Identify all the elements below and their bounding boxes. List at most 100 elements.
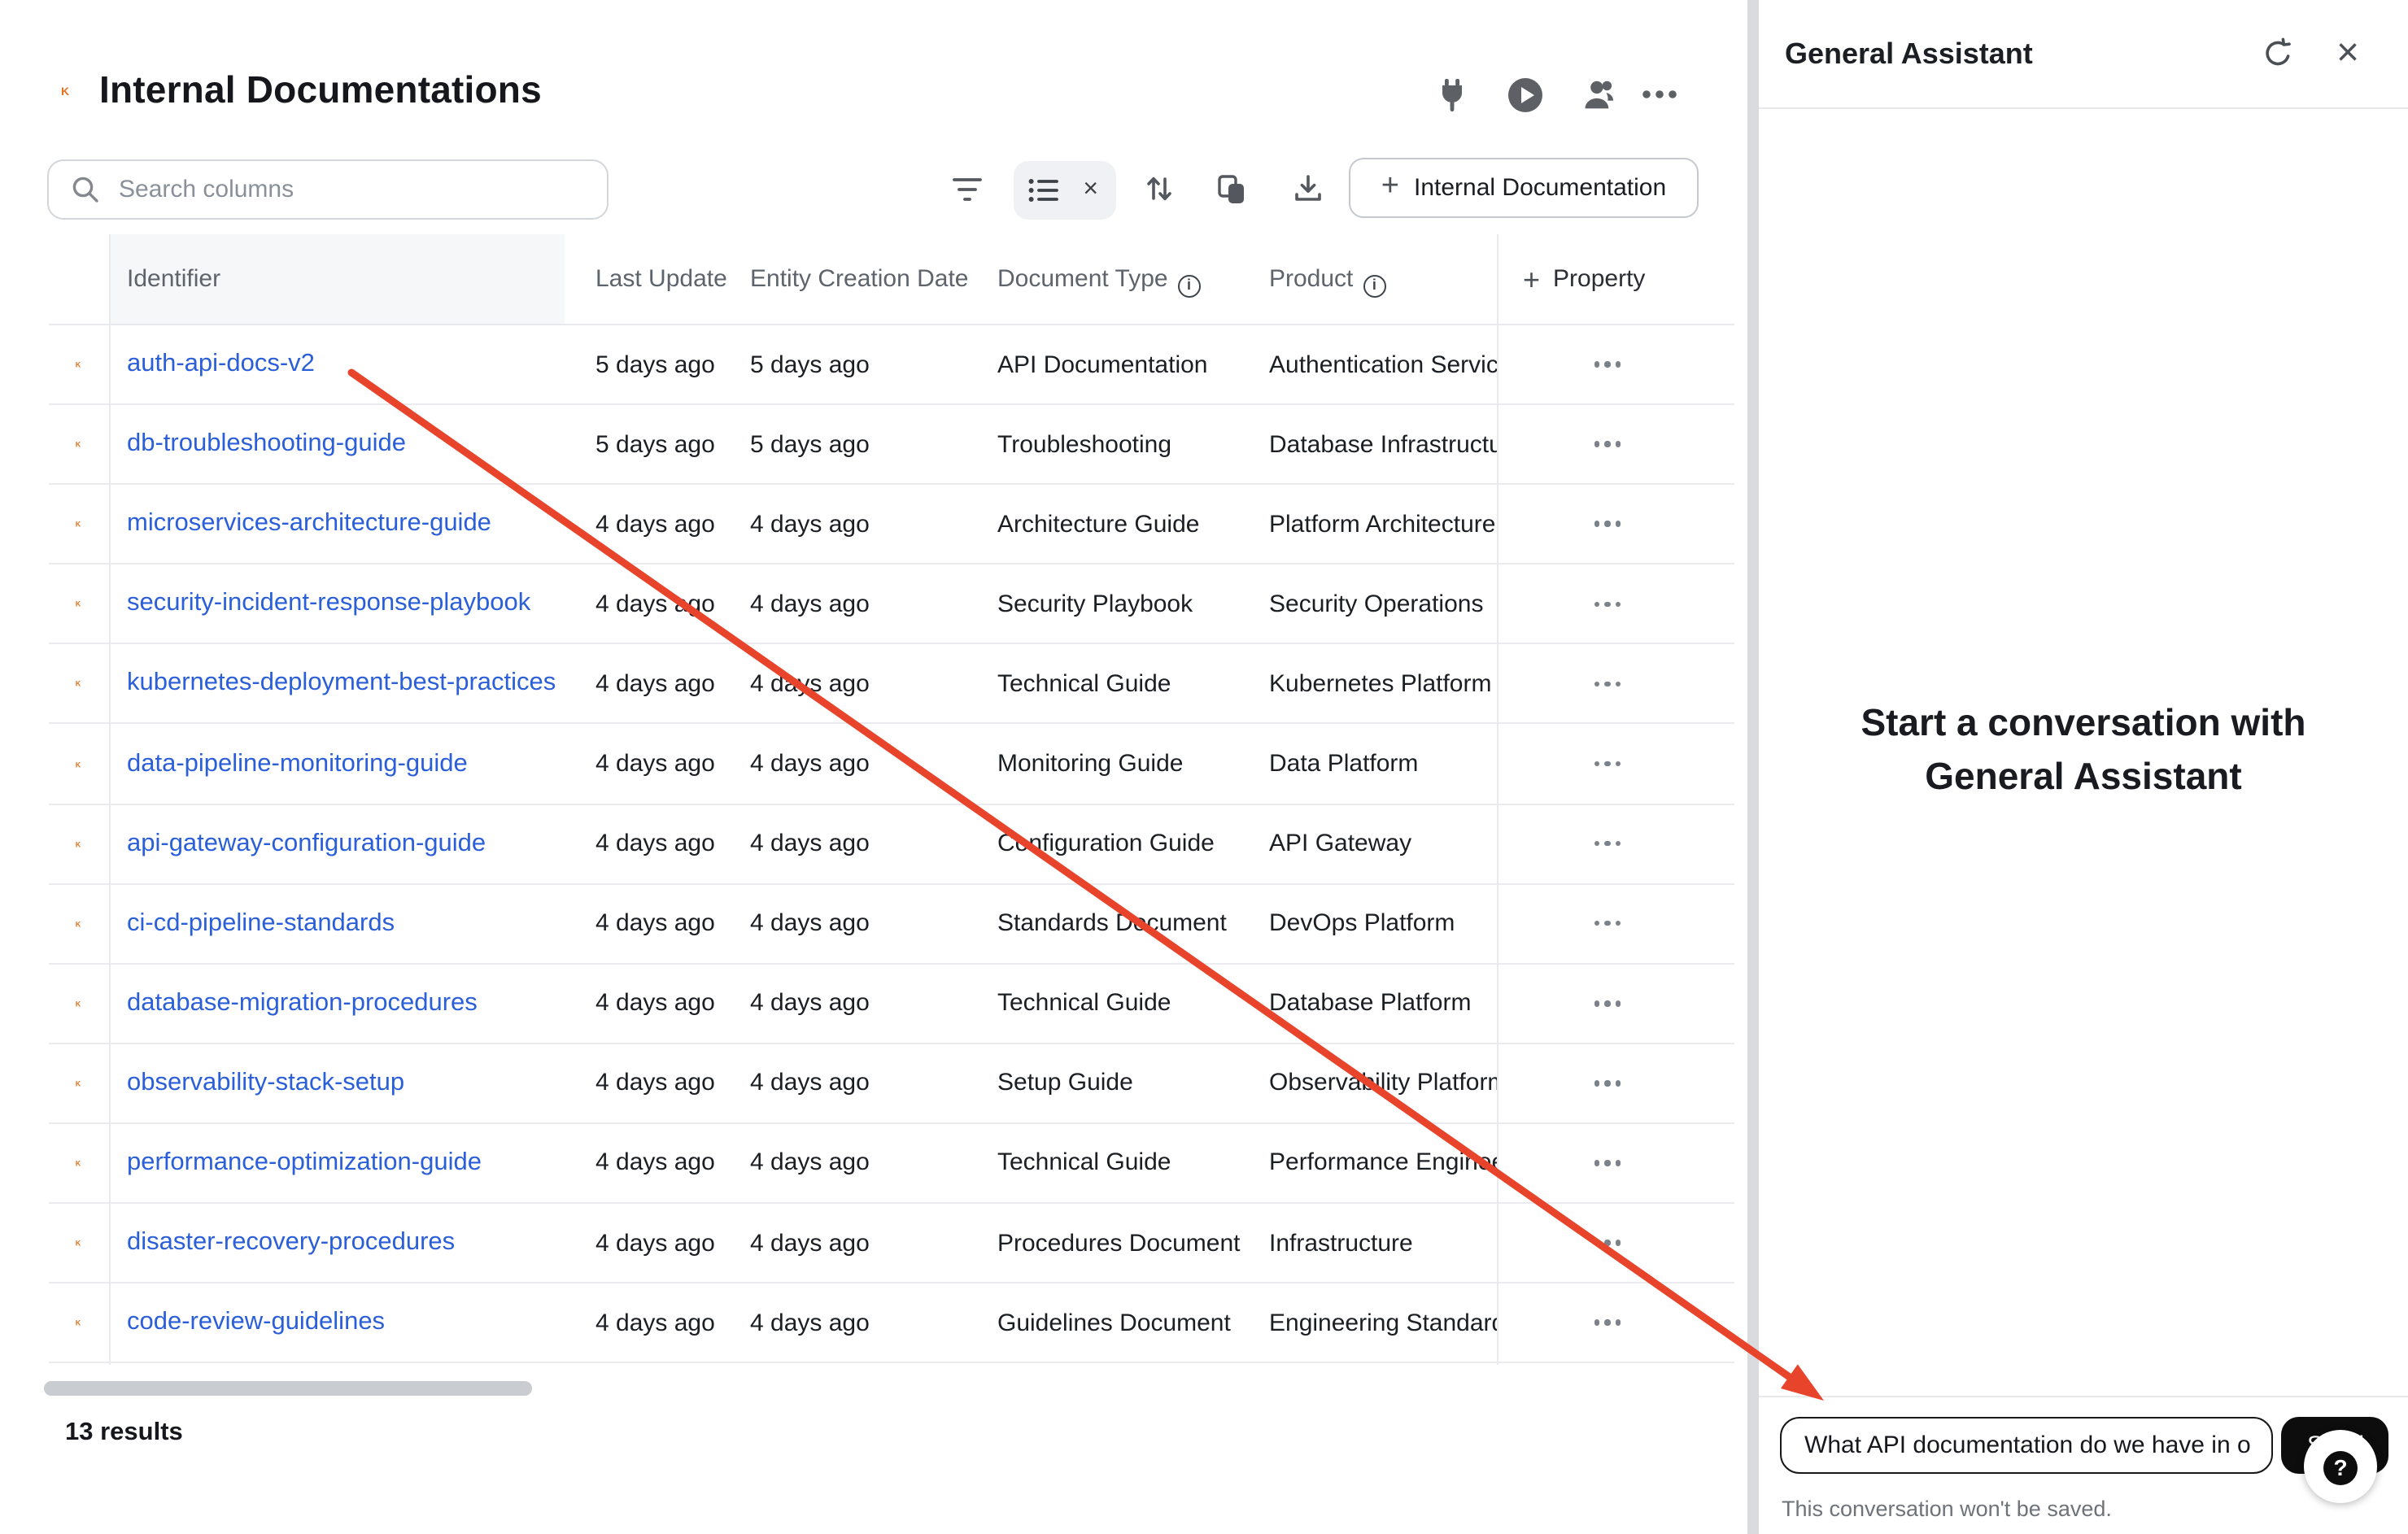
table-row[interactable]: database-migration-procedures 4 days ago… — [49, 965, 1734, 1044]
conversation-disclaimer: This conversation won't be saved. — [1782, 1497, 2112, 1521]
horizontal-scrollbar[interactable] — [44, 1381, 532, 1396]
identifier-link[interactable]: db-troubleshooting-guide — [127, 405, 406, 483]
sort-icon[interactable] — [1139, 169, 1178, 208]
panel-footer-divider — [1759, 1396, 2408, 1397]
last-update-cell: 4 days ago — [595, 645, 715, 723]
view-toggle-pill[interactable]: × — [1014, 161, 1116, 220]
column-header-document-type[interactable]: Document Typei — [997, 234, 1201, 325]
add-property-label: Property — [1553, 234, 1645, 325]
assistant-message-input[interactable] — [1780, 1417, 2273, 1474]
entity-hexagon-icon — [65, 884, 91, 962]
filter-icon[interactable] — [947, 169, 986, 208]
creation-date-cell: 5 days ago — [750, 405, 870, 483]
document-type-cell: Technical Guide — [997, 645, 1171, 723]
identifier-link[interactable]: code-review-guidelines — [127, 1283, 385, 1362]
table-row[interactable]: performance-optimization-guide 4 days ag… — [49, 1124, 1734, 1204]
column-header-identifier[interactable]: Identifier — [127, 234, 220, 325]
table-row[interactable]: microservices-architecture-guide 4 days … — [49, 485, 1734, 564]
last-update-cell: 4 days ago — [595, 804, 715, 882]
identifier-link[interactable]: microservices-architecture-guide — [127, 485, 491, 563]
product-cell: Infrastructure — [1269, 1204, 1497, 1282]
add-property-button[interactable]: + Property — [1513, 234, 1655, 325]
row-actions-icon[interactable] — [1583, 1204, 1632, 1282]
row-actions-icon[interactable] — [1583, 804, 1632, 882]
plus-icon: + — [1381, 168, 1399, 204]
page-title: Internal Documentations — [99, 68, 542, 112]
row-actions-icon[interactable] — [1583, 645, 1632, 723]
help-question-icon[interactable]: ? — [2323, 1451, 2358, 1485]
last-update-cell: 4 days ago — [595, 1283, 715, 1362]
share-users-icon[interactable] — [1575, 75, 1614, 114]
identifier-link[interactable]: ci-cd-pipeline-standards — [127, 884, 395, 962]
row-actions-icon[interactable] — [1583, 325, 1632, 403]
identifier-link[interactable]: disaster-recovery-procedures — [127, 1204, 455, 1282]
creation-date-cell: 4 days ago — [750, 565, 870, 643]
entity-hexagon-icon — [65, 725, 91, 803]
identifier-link[interactable]: observability-stack-setup — [127, 1044, 404, 1122]
table-row[interactable]: code-review-guidelines 4 days ago 4 days… — [49, 1283, 1734, 1363]
column-header-product[interactable]: Producti — [1269, 234, 1385, 325]
copy-icon[interactable] — [1212, 169, 1251, 208]
row-actions-icon[interactable] — [1583, 884, 1632, 962]
last-update-cell: 4 days ago — [595, 965, 715, 1043]
search-columns-input[interactable] — [116, 174, 555, 205]
table-row[interactable]: kubernetes-deployment-best-practices 4 d… — [49, 645, 1734, 725]
product-cell: Kubernetes Platform — [1269, 645, 1497, 723]
product-cell: Database Infrastructure — [1269, 405, 1497, 483]
document-type-cell: Security Playbook — [997, 565, 1193, 643]
entity-hexagon-icon — [65, 485, 91, 563]
product-cell: API Gateway — [1269, 804, 1497, 882]
document-type-cell: Configuration Guide — [997, 804, 1215, 882]
identifier-link[interactable]: database-migration-procedures — [127, 965, 478, 1043]
identifier-link[interactable]: performance-optimization-guide — [127, 1124, 482, 1202]
row-actions-icon[interactable] — [1583, 725, 1632, 803]
info-icon[interactable]: i — [1363, 275, 1385, 298]
last-update-cell: 5 days ago — [595, 405, 715, 483]
clear-view-icon[interactable]: × — [1080, 177, 1101, 203]
identifier-link[interactable]: kubernetes-deployment-best-practices — [127, 645, 556, 723]
identifier-link[interactable]: data-pipeline-monitoring-guide — [127, 725, 468, 803]
close-panel-icon[interactable]: × — [2330, 36, 2366, 72]
row-actions-icon[interactable] — [1583, 1124, 1632, 1202]
play-demo-icon[interactable] — [1505, 75, 1544, 114]
search-columns-box[interactable] — [47, 159, 609, 220]
reset-conversation-icon[interactable] — [2260, 36, 2296, 72]
table-row[interactable]: security-incident-response-playbook 4 da… — [49, 565, 1734, 645]
identifier-link[interactable]: auth-api-docs-v2 — [127, 325, 315, 403]
panel-resize-divider[interactable] — [1747, 0, 1759, 1534]
row-actions-icon[interactable] — [1583, 565, 1632, 643]
row-actions-icon[interactable] — [1583, 1044, 1632, 1122]
product-cell: DevOps Platform — [1269, 884, 1497, 962]
add-internal-documentation-button[interactable]: + Internal Documentation — [1349, 158, 1699, 218]
document-type-cell: Guidelines Document — [997, 1283, 1231, 1362]
entity-hexagon-icon — [65, 645, 91, 723]
info-icon[interactable]: i — [1178, 275, 1201, 298]
last-update-cell: 4 days ago — [595, 1044, 715, 1122]
download-icon[interactable] — [1289, 169, 1328, 208]
entity-hexagon-icon — [65, 1204, 91, 1282]
row-actions-icon[interactable] — [1583, 485, 1632, 563]
table-row[interactable]: disaster-recovery-procedures 4 days ago … — [49, 1204, 1734, 1283]
help-widget[interactable]: ? — [2304, 1430, 2377, 1503]
table-row[interactable]: ci-cd-pipeline-standards 4 days ago 4 da… — [49, 884, 1734, 964]
table-row[interactable]: db-troubleshooting-guide 5 days ago 5 da… — [49, 405, 1734, 485]
creation-date-cell: 4 days ago — [750, 1204, 870, 1282]
entity-hexagon-icon — [65, 565, 91, 643]
column-header-entity-creation-date[interactable]: Entity Creation Date — [750, 234, 968, 325]
column-header-last-update[interactable]: Last Update — [595, 234, 727, 325]
row-actions-icon[interactable] — [1583, 965, 1632, 1043]
product-cell: Engineering Standards — [1269, 1283, 1497, 1362]
table-row[interactable]: observability-stack-setup 4 days ago 4 d… — [49, 1044, 1734, 1124]
more-options-icon[interactable] — [1640, 75, 1679, 114]
row-actions-icon[interactable] — [1583, 405, 1632, 483]
creation-date-cell: 4 days ago — [750, 1124, 870, 1202]
identifier-link[interactable]: api-gateway-configuration-guide — [127, 804, 486, 882]
table-row[interactable]: auth-api-docs-v2 5 days ago 5 days ago A… — [49, 325, 1734, 405]
table-row[interactable]: api-gateway-configuration-guide 4 days a… — [49, 804, 1734, 884]
identifier-link[interactable]: security-incident-response-playbook — [127, 565, 530, 643]
integrations-plug-icon[interactable] — [1432, 75, 1471, 114]
plus-icon: + — [1523, 234, 1540, 325]
table-row[interactable]: data-pipeline-monitoring-guide 4 days ag… — [49, 725, 1734, 804]
row-actions-icon[interactable] — [1583, 1283, 1632, 1362]
document-type-cell: Procedures Document — [997, 1204, 1241, 1282]
